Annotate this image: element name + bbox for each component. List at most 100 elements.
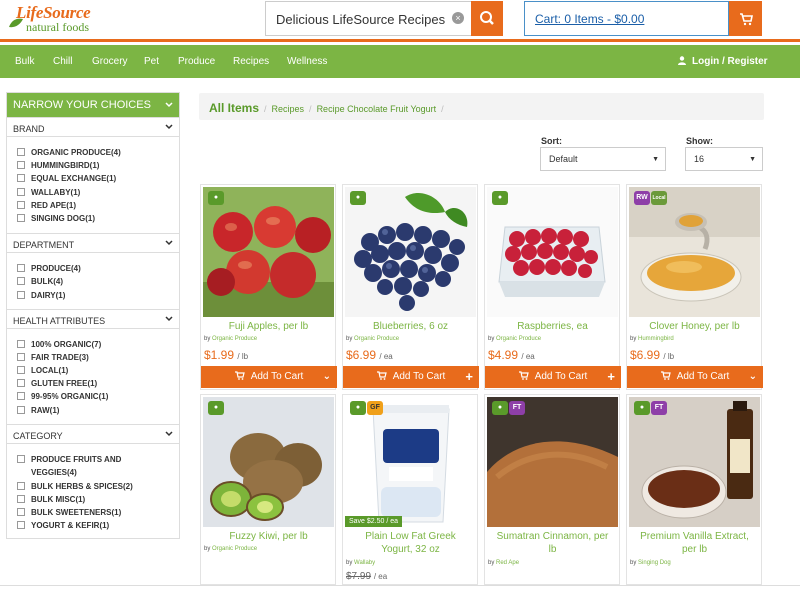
filter-section-health-attributes[interactable]: HEALTH ATTRIBUTES — [7, 309, 179, 329]
breadcrumb-item-recipe[interactable]: Recipe Chocolate Fruit Yogurt — [317, 104, 437, 114]
product-title[interactable]: Raspberries, ea — [487, 320, 618, 333]
checkbox[interactable] — [17, 340, 25, 348]
search-button[interactable] — [471, 1, 503, 36]
checkbox[interactable] — [17, 264, 25, 272]
filter-option[interactable]: BULK(4) — [17, 276, 63, 287]
chevron-down-icon[interactable]: ⌄ — [749, 371, 757, 382]
brand-name[interactable]: Singing Dog — [638, 560, 671, 566]
sidebar-title[interactable]: NARROW YOUR CHOICES — [7, 93, 179, 117]
product-image[interactable]: ● FT — [487, 397, 618, 527]
product-title[interactable]: Fuji Apples, per lb — [203, 320, 334, 333]
filter-option[interactable]: SINGING DOG(1) — [17, 213, 95, 224]
nav-item-produce[interactable]: Produce — [178, 56, 215, 67]
filter-option[interactable]: RED APE(1) — [17, 200, 76, 211]
site-logo[interactable]: LifeSource natural foods — [8, 3, 103, 37]
add-to-cart-button[interactable]: Add To Cart + — [485, 366, 621, 388]
filter-option[interactable]: PRODUCE FRUITS AND — [17, 454, 121, 465]
plus-icon[interactable]: + — [607, 369, 615, 384]
sort-select[interactable]: Default ▼ — [540, 147, 666, 171]
nav-item-pet[interactable]: Pet — [144, 56, 159, 67]
product-image[interactable]: ● GF Save $2.50 / ea — [345, 397, 476, 527]
checkbox[interactable] — [17, 201, 25, 209]
product-card[interactable]: ● Blueberries, 6 oz by Organic Produce $… — [342, 184, 479, 390]
product-title-line1[interactable]: Sumatran Cinnamon, per — [487, 530, 618, 543]
product-title-line1[interactable]: Plain Low Fat Greek — [345, 530, 476, 543]
breadcrumb-all-items[interactable]: All Items — [209, 101, 259, 115]
checkbox[interactable] — [17, 406, 25, 414]
checkbox[interactable] — [17, 291, 25, 299]
product-card[interactable]: ● Fuji Apples, per lb by Organic Produce… — [200, 184, 337, 390]
product-title[interactable]: Fuzzy Kiwi, per lb — [203, 530, 334, 543]
filter-option[interactable]: HUMMINGBIRD(1) — [17, 160, 99, 171]
filter-section-category[interactable]: CATEGORY — [7, 424, 179, 444]
filter-option[interactable]: RAW(1) — [17, 405, 59, 416]
filter-option[interactable]: 100% ORGANIC(7) — [17, 339, 101, 350]
brand-name[interactable]: Red Ape — [496, 560, 519, 566]
add-to-cart-button[interactable]: Add To Cart + — [343, 366, 479, 388]
product-card[interactable]: ● Fuzzy Kiwi, per lb by Organic Produce — [200, 394, 336, 585]
filter-option[interactable]: PRODUCE(4) — [17, 263, 81, 274]
filter-option[interactable]: FAIR TRADE(3) — [17, 352, 89, 363]
checkbox[interactable] — [17, 495, 25, 503]
brand-name[interactable]: Hummingbird — [638, 336, 674, 342]
checkbox[interactable] — [17, 174, 25, 182]
filter-section-brand[interactable]: BRAND — [7, 117, 179, 137]
breadcrumb-item-recipes[interactable]: Recipes — [272, 104, 305, 114]
checkbox[interactable] — [17, 148, 25, 156]
checkbox[interactable] — [17, 455, 25, 463]
checkbox[interactable] — [17, 161, 25, 169]
brand-name[interactable]: Organic Produce — [212, 336, 257, 342]
filter-option[interactable]: DAIRY(1) — [17, 290, 65, 301]
nav-item-bulk[interactable]: Bulk — [15, 56, 34, 67]
filter-option[interactable]: BULK MISC(1) — [17, 494, 85, 505]
product-title-line1[interactable]: Premium Vanilla Extract, — [629, 530, 760, 543]
clear-search-icon[interactable]: × — [452, 12, 464, 24]
cart-summary-link[interactable]: Cart: 0 Items - $0.00 — [524, 1, 729, 36]
product-card[interactable]: ● FT Premium Vanilla Extract, per lb by … — [626, 394, 762, 585]
product-title-line2[interactable]: per lb — [629, 543, 760, 556]
add-to-cart-button[interactable]: Add To Cart ⌄ — [201, 366, 337, 388]
filter-option[interactable]: ORGANIC PRODUCE(4) — [17, 147, 121, 158]
filter-option[interactable]: BULK HERBS & SPICES(2) — [17, 481, 133, 492]
brand-name[interactable]: Wallaby — [354, 560, 375, 566]
filter-option[interactable]: YOGURT & KEFIR(1) — [17, 520, 109, 531]
product-image[interactable]: RW Local — [629, 187, 760, 317]
show-select[interactable]: 16 ▼ — [685, 147, 763, 171]
product-title-line2[interactable]: lb — [487, 543, 618, 556]
product-card[interactable]: ● FT Sumatran Cinnamon, per lb by Red Ap… — [484, 394, 620, 585]
nav-item-recipes[interactable]: Recipes — [233, 56, 269, 67]
checkbox[interactable] — [17, 379, 25, 387]
filter-option[interactable]: WALLABY(1) — [17, 187, 80, 198]
filter-option[interactable]: EQUAL EXCHANGE(1) — [17, 173, 116, 184]
product-card[interactable]: ● GF Save $2.50 / ea Plain Low Fat Greek… — [342, 394, 478, 585]
brand-name[interactable]: Organic Produce — [212, 546, 257, 552]
add-to-cart-button[interactable]: Add To Cart ⌄ — [627, 366, 763, 388]
checkbox[interactable] — [17, 214, 25, 222]
checkbox[interactable] — [17, 353, 25, 361]
checkbox[interactable] — [17, 277, 25, 285]
nav-item-wellness[interactable]: Wellness — [287, 56, 327, 67]
filter-option[interactable]: GLUTEN FREE(1) — [17, 378, 97, 389]
brand-name[interactable]: Organic Produce — [354, 336, 399, 342]
filter-section-department[interactable]: DEPARTMENT — [7, 233, 179, 253]
filter-option[interactable]: 99-95% ORGANIC(1) — [17, 391, 108, 402]
product-image[interactable]: ● — [203, 187, 334, 317]
nav-item-grocery[interactable]: Grocery — [92, 56, 128, 67]
nav-item-chill[interactable]: Chill — [53, 56, 72, 67]
checkbox[interactable] — [17, 188, 25, 196]
product-title-line2[interactable]: Yogurt, 32 oz — [345, 543, 476, 556]
plus-icon[interactable]: + — [465, 369, 473, 384]
chevron-down-icon[interactable]: ⌄ — [323, 371, 331, 382]
product-card[interactable]: RW Local Clover Honey, per lb by Humming… — [626, 184, 763, 390]
product-image[interactable]: ● — [203, 397, 334, 527]
checkbox[interactable] — [17, 392, 25, 400]
product-image[interactable]: ● — [487, 187, 618, 317]
brand-name[interactable]: Organic Produce — [496, 336, 541, 342]
checkbox[interactable] — [17, 366, 25, 374]
product-card[interactable]: ● Raspberries, ea by Organic Produce $4.… — [484, 184, 621, 390]
product-image[interactable]: ● FT — [629, 397, 760, 527]
filter-option[interactable]: LOCAL(1) — [17, 365, 68, 376]
checkbox[interactable] — [17, 508, 25, 516]
product-title[interactable]: Clover Honey, per lb — [629, 320, 760, 333]
login-register-link[interactable]: Login / Register — [678, 56, 768, 67]
